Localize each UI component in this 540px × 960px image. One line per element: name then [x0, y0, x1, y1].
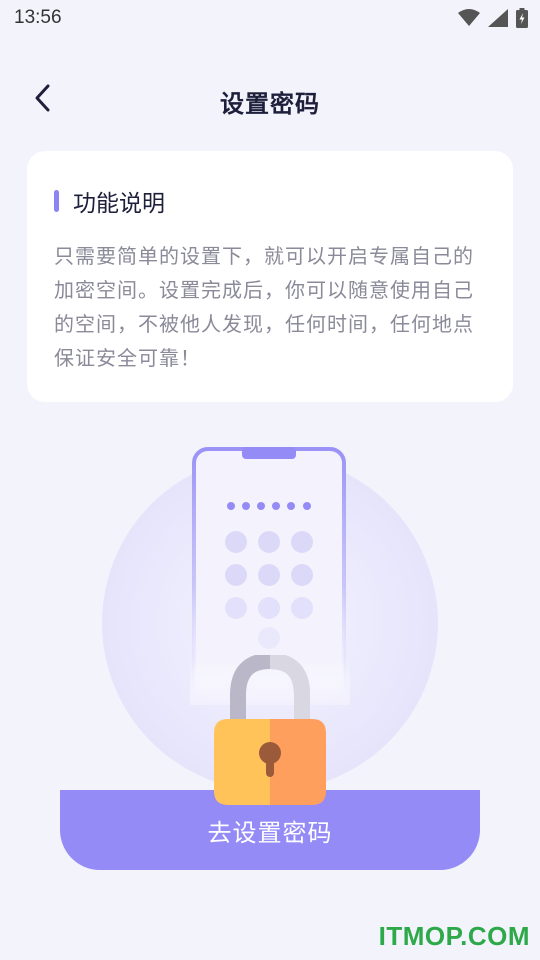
page-title: 设置密码 — [220, 90, 320, 118]
watermark: ITMOP.COM — [378, 921, 530, 951]
status-bar: 13:56 — [0, 0, 540, 36]
battery-icon — [516, 8, 528, 28]
info-card: 功能说明 只需要简单的设置下，就可以开启专属自己的加密空间。设置完成后，你可以随… — [27, 151, 513, 402]
signal-icon — [488, 9, 508, 27]
wifi-icon — [458, 9, 480, 26]
status-time: 13:56 — [14, 7, 62, 28]
status-icons — [458, 8, 528, 28]
nav-bar: 设置密码 — [0, 70, 540, 130]
info-title: 功能说明 — [73, 191, 165, 217]
info-title-row: 功能说明 — [54, 186, 165, 217]
set-password-button-label: 去设置密码 — [207, 818, 333, 847]
info-description: 只需要简单的设置下，就可以开启专属自己的加密空间。设置完成后，你可以随意使用自己… — [54, 244, 474, 370]
padlock-icon — [214, 655, 326, 805]
title-accent-bar — [54, 190, 59, 212]
